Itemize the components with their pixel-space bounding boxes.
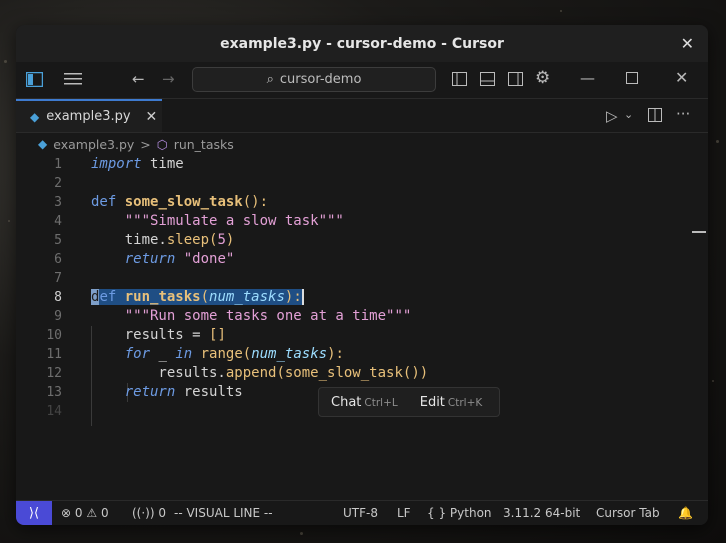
code-line: 4 """Simulate a slow task""": [16, 212, 708, 231]
tab-example3-py[interactable]: ◆ example3.py ✕: [16, 99, 162, 132]
broadcast-icon: ((·)): [132, 506, 155, 520]
warning-count: 0: [100, 506, 109, 520]
search-icon: ⌕: [266, 72, 274, 87]
ports-indicator[interactable]: ((·)) 0: [132, 506, 166, 520]
line-number: 1: [54, 157, 62, 172]
encoding[interactable]: UTF-8: [343, 506, 378, 520]
back-arrow-icon[interactable]: ←: [132, 71, 145, 87]
chat-shortcut: Ctrl+L: [364, 397, 398, 409]
code-text: import time: [91, 156, 184, 172]
cursor-tab-status[interactable]: Cursor Tab: [596, 506, 660, 520]
breadcrumb-separator: >: [140, 136, 151, 152]
line-number: 6: [54, 252, 62, 267]
line-number: 12: [46, 366, 62, 381]
code-line: 11 for _ in range(num_tasks):: [16, 345, 708, 364]
code-line: 5 time.sleep(5): [16, 231, 708, 250]
bell-icon[interactable]: 🔔: [678, 506, 693, 520]
end-of-line[interactable]: LF: [397, 506, 411, 520]
breadcrumb-file[interactable]: example3.py: [53, 137, 134, 152]
tab-close-icon[interactable]: ✕: [146, 109, 158, 125]
line-number: 5: [54, 233, 62, 248]
title-bar: example3.py - cursor-demo - Cursor ✕: [16, 25, 708, 62]
maximize-icon[interactable]: [626, 71, 638, 87]
search-text: cursor-demo: [279, 72, 362, 87]
code-line-current: 8 def run_tasks(num_tasks):: [16, 288, 708, 307]
code-line: 10 results = []: [16, 326, 708, 345]
ports-count: 0: [158, 506, 167, 520]
edit-shortcut: Ctrl+K: [447, 397, 483, 409]
layout-sidebar-left-icon[interactable]: [452, 72, 467, 89]
code-line: 7: [16, 269, 708, 288]
line-number: 7: [54, 271, 62, 286]
close-icon[interactable]: ✕: [681, 34, 694, 53]
command-center-search[interactable]: ⌕ cursor-demo: [192, 67, 436, 92]
minimize-icon[interactable]: —: [580, 70, 595, 86]
sidebar-toggle-icon[interactable]: [25, 71, 44, 90]
edit-action[interactable]: Edit Ctrl+K: [420, 394, 483, 410]
split-editor-icon[interactable]: [648, 108, 662, 125]
line-number: 9: [54, 309, 62, 324]
warning-icon: ⚠: [86, 506, 98, 520]
layout-panel-icon[interactable]: [480, 72, 495, 89]
close-window-icon[interactable]: ✕: [675, 70, 688, 86]
problems-indicator[interactable]: ⊗ 0 ⚠ 0: [61, 506, 109, 520]
line-number: 11: [46, 347, 62, 362]
toolbar: ← → ⌕ cursor-demo ⚙ — ✕: [16, 62, 708, 99]
scrollbar-marker[interactable]: [692, 231, 706, 233]
python-file-icon: ◆: [30, 109, 40, 124]
menu-icon[interactable]: [64, 72, 82, 89]
code-editor[interactable]: 1 import time 2 3 def some_slow_task(): …: [16, 155, 708, 500]
code-text: """Simulate a slow task""": [124, 213, 344, 229]
code-text: for _ in range(num_tasks):: [124, 346, 344, 362]
layout-sidebar-right-icon[interactable]: [508, 72, 523, 89]
python-file-icon: ◆: [38, 137, 48, 151]
window-title: example3.py - cursor-demo - Cursor: [220, 35, 504, 52]
curly-braces-icon: { }: [427, 506, 447, 520]
code-text: results.append(some_slow_task()): [91, 365, 429, 381]
line-number: 13: [46, 385, 62, 400]
remote-icon[interactable]: ⟩⟨: [16, 501, 52, 525]
code-text: def run_tasks(num_tasks):: [91, 288, 313, 307]
forward-arrow-icon[interactable]: →: [162, 71, 175, 87]
interpreter-version[interactable]: 3.11.2 64-bit: [503, 506, 580, 520]
error-count: 0: [74, 506, 83, 520]
editor-window: example3.py - cursor-demo - Cursor ✕ ← →…: [16, 25, 708, 525]
run-icon[interactable]: ▷: [606, 108, 618, 124]
edit-label: Edit: [419, 395, 445, 410]
chat-label: Chat: [331, 395, 362, 410]
language-mode[interactable]: { } Python: [427, 506, 492, 520]
code-text: time.sleep(5): [91, 232, 235, 248]
code-text: results = []: [91, 327, 226, 343]
breadcrumb: ◆ example3.py > ⬡ run_tasks: [38, 135, 234, 153]
line-number: 4: [54, 214, 62, 229]
chat-action[interactable]: Chat Ctrl+L: [331, 394, 398, 410]
more-icon[interactable]: ···: [676, 106, 690, 122]
line-number: 8: [54, 290, 62, 305]
line-number: 10: [46, 328, 62, 343]
code-line: 9 """Run some tasks one at a time""": [16, 307, 708, 326]
code-line: 2: [16, 174, 708, 193]
tab-label: example3.py: [46, 109, 131, 124]
language-label: Python: [449, 506, 492, 520]
code-line: 1 import time: [16, 155, 708, 174]
code-line: 12 results.append(some_slow_task()): [16, 364, 708, 383]
symbol-method-icon: ⬡: [156, 136, 168, 152]
code-line: 3 def some_slow_task():: [16, 193, 708, 212]
settings-gear-icon[interactable]: ⚙: [535, 70, 550, 87]
tab-bar: ◆ example3.py ✕ ▷ ⌄ ···: [16, 99, 708, 133]
status-bar: ⟩⟨ ⊗ 0 ⚠ 0 ((·)) 0 -- VISUAL LINE -- UTF…: [16, 500, 708, 525]
line-number: 14: [46, 404, 62, 419]
run-dropdown-icon[interactable]: ⌄: [624, 107, 633, 123]
line-number: 2: [54, 176, 62, 191]
code-text: return "done": [124, 251, 235, 267]
inline-ai-popup: Chat Ctrl+L Edit Ctrl+K: [318, 387, 500, 417]
code-text: def some_slow_task():: [91, 194, 269, 210]
breadcrumb-symbol[interactable]: run_tasks: [174, 137, 234, 152]
line-number: 3: [54, 195, 62, 210]
code-text: return results: [124, 384, 243, 400]
vim-mode: -- VISUAL LINE --: [174, 506, 273, 520]
code-line: 6 return "done": [16, 250, 708, 269]
error-icon: ⊗: [61, 506, 72, 520]
code-text: """Run some tasks one at a time""": [124, 308, 412, 324]
